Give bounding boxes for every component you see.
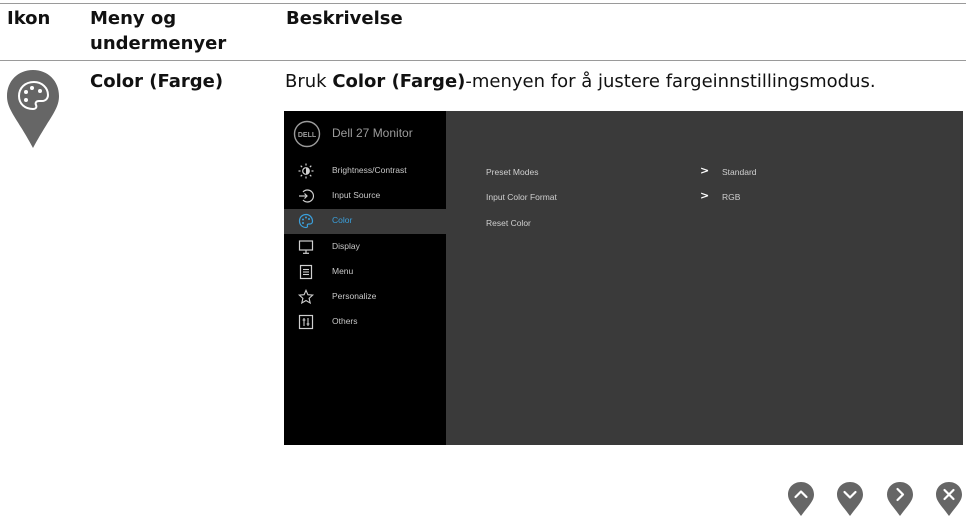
chevron-right-icon: >: [700, 189, 710, 202]
osd-item-display[interactable]: Display: [284, 235, 446, 260]
osd-item-label: Display: [332, 241, 360, 251]
osd-item-menu[interactable]: Menu: [284, 260, 446, 285]
close-icon[interactable]: [935, 481, 963, 517]
chevron-right-icon: >: [700, 164, 710, 177]
right-icon[interactable]: [886, 481, 914, 517]
brightness-icon: [298, 163, 314, 179]
osd-value-input-color-format: RGB: [722, 192, 741, 202]
osd-menu: DELL Dell 27 Monitor Brightness/Contrast: [284, 111, 963, 445]
color-palette-icon: [298, 213, 314, 229]
osd-option-reset-color[interactable]: Reset Color: [486, 218, 531, 228]
header-meny: Meny og undermenyer: [90, 8, 227, 54]
osd-item-input-source[interactable]: Input Source: [284, 184, 446, 209]
osd-title: Dell 27 Monitor: [332, 126, 413, 140]
top-rule: [0, 3, 966, 4]
osd-option-preset-modes[interactable]: Preset Modes: [486, 167, 538, 177]
osd-item-label: Color: [332, 215, 353, 225]
menu-description: Bruk Color (Farge)-menyen for å justere …: [285, 71, 876, 92]
osd-item-label: Menu: [332, 266, 354, 276]
osd-item-color[interactable]: Color: [284, 209, 446, 234]
osd-item-label: Brightness/Contrast: [332, 165, 407, 175]
up-icon[interactable]: [787, 481, 815, 517]
osd-option-input-color-format[interactable]: Input Color Format: [486, 192, 557, 202]
header-beskrivelse: Beskrivelse: [286, 8, 403, 29]
display-icon: [298, 239, 314, 255]
osd-item-label: Input Source: [332, 190, 381, 200]
menu-name: Color (Farge): [90, 71, 224, 92]
osd-item-personalize[interactable]: Personalize: [284, 285, 446, 310]
dell-logo: DELL: [293, 120, 321, 148]
star-icon: [297, 288, 315, 305]
input-source-icon: [298, 188, 314, 204]
osd-item-label: Personalize: [332, 291, 377, 301]
menu-icon: [298, 264, 314, 280]
down-icon[interactable]: [836, 481, 864, 517]
osd-sidebar: DELL Dell 27 Monitor Brightness/Contrast: [284, 111, 446, 445]
osd-item-label: Others: [332, 316, 358, 326]
others-icon: [298, 314, 314, 330]
header-ikon: Ikon: [7, 8, 51, 29]
svg-text:DELL: DELL: [298, 132, 317, 139]
osd-item-brightness[interactable]: Brightness/Contrast: [284, 159, 446, 184]
header-rule: [0, 60, 966, 61]
color-palette-icon: [5, 68, 61, 152]
osd-item-others[interactable]: Others: [284, 310, 446, 335]
osd-value-preset-modes: Standard: [722, 167, 757, 177]
